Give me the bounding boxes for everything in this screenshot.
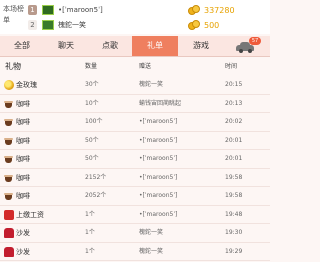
tab-chat[interactable]: 聊天 bbox=[44, 36, 88, 56]
sofa-icon bbox=[4, 246, 14, 257]
table-row: 咖啡 2152个 •[ˈmaroon5ˈ] 19:58 bbox=[0, 169, 270, 187]
gift-time: 19:29 bbox=[225, 247, 243, 255]
gift-name: 咖啡 bbox=[16, 192, 30, 200]
gift-time: 20:13 bbox=[225, 99, 243, 107]
leaderboard-label: 本场榜单 bbox=[3, 5, 24, 24]
rank-number: 2 bbox=[28, 20, 37, 30]
leaderboard: 本场榜单 1 •[ˈmaroon5ˈ] 337280 2 槐鉈一笑 500 bbox=[0, 0, 270, 34]
score: 500 bbox=[204, 21, 220, 30]
header-recipient: 赠送 bbox=[139, 63, 152, 70]
table-header: 礼物 数量 赠送 时间 bbox=[0, 58, 270, 76]
user-name[interactable]: •[ˈmaroon5ˈ] bbox=[58, 4, 103, 17]
leaderboard-entry[interactable]: 1 •[ˈmaroon5ˈ] 337280 bbox=[28, 4, 270, 17]
gift-name: 沙发 bbox=[16, 229, 30, 237]
gift-quantity: 1个 bbox=[85, 247, 95, 255]
rose-icon bbox=[4, 80, 14, 90]
gift-name: 咖啡 bbox=[16, 173, 30, 182]
coffee-icon bbox=[4, 191, 14, 201]
gift-recipient[interactable]: 蝓钱宙回蔺眺起 bbox=[139, 95, 181, 113]
gift-time: 19:30 bbox=[225, 229, 243, 236]
coffee-icon bbox=[4, 173, 14, 183]
gift-time: 20:01 bbox=[225, 155, 243, 162]
gift-quantity: 100个 bbox=[85, 118, 103, 125]
table-row: 咖啡 10个 蝓钱宙回蔺眺起 20:13 bbox=[0, 95, 270, 113]
user-name[interactable]: 槐鉈一笑 bbox=[58, 19, 86, 32]
gift-time: 20:01 bbox=[225, 136, 243, 144]
car-tab[interactable]: 57 bbox=[232, 37, 261, 54]
gift-name: 沙发 bbox=[16, 247, 30, 256]
gift-quantity: 50个 bbox=[85, 136, 99, 144]
gift-quantity: 2052个 bbox=[85, 192, 107, 199]
table-row: 沙发 1个 槐鉈一笑 19:29 bbox=[0, 243, 270, 261]
gift-recipient[interactable]: •[ˈmaroon5ˈ] bbox=[139, 169, 177, 187]
gift-name: 上缴工资 bbox=[16, 210, 44, 219]
gift-time: 19:58 bbox=[225, 173, 243, 181]
tab-gift-list[interactable]: 礼单 bbox=[132, 36, 178, 56]
salary-icon bbox=[4, 209, 14, 220]
rank-number: 1 bbox=[28, 5, 37, 15]
table-row: 咖啡 50个 •[ˈmaroon5ˈ] 20:01 bbox=[0, 150, 270, 169]
gift-name: 咖啡 bbox=[16, 118, 30, 126]
table-row: 咖啡 50个 •[ˈmaroon5ˈ] 20:01 bbox=[0, 132, 270, 150]
gift-recipient[interactable]: •[ˈmaroon5ˈ] bbox=[139, 187, 177, 205]
coin-icon bbox=[188, 20, 202, 30]
sofa-icon bbox=[4, 228, 14, 238]
gift-quantity: 30个 bbox=[85, 81, 99, 88]
coffee-icon bbox=[4, 136, 14, 146]
coffee-icon bbox=[4, 117, 14, 127]
leaderboard-entry[interactable]: 2 槐鉈一笑 500 bbox=[28, 19, 270, 32]
gift-recipient[interactable]: •[ˈmaroon5ˈ] bbox=[139, 113, 177, 131]
coffee-icon bbox=[4, 154, 14, 164]
gift-name: 金玫瑰 bbox=[16, 81, 37, 89]
level-badge-icon bbox=[42, 20, 54, 30]
gift-quantity: 1个 bbox=[85, 210, 95, 218]
gift-list-panel: 本场榜单 1 •[ˈmaroon5ˈ] 337280 2 槐鉈一笑 500 全部… bbox=[0, 0, 270, 262]
gift-quantity: 10个 bbox=[85, 99, 99, 107]
gift-table: 金玫瑰 30个 槐鉈一笑 20:15 咖啡 10个 蝓钱宙回蔺眺起 20:13 咖啡 100个 •[… bbox=[0, 76, 270, 261]
score: 337280 bbox=[204, 6, 235, 15]
table-row: 上缴工资 1个 •[ˈmaroon5ˈ] 19:48 bbox=[0, 206, 270, 224]
gift-recipient[interactable]: •[ˈmaroon5ˈ] bbox=[139, 150, 177, 168]
tab-bar: 全部 聊天 点歌 礼单 游戏 57 bbox=[0, 36, 270, 57]
table-row: 咖啡 2052个 •[ˈmaroon5ˈ] 19:58 bbox=[0, 187, 270, 206]
tab-song-request[interactable]: 点歌 bbox=[88, 36, 132, 56]
gift-quantity: 1个 bbox=[85, 229, 95, 236]
notification-badge: 57 bbox=[249, 37, 261, 45]
gift-quantity: 50个 bbox=[85, 155, 99, 162]
gift-recipient[interactable]: •[ˈmaroon5ˈ] bbox=[139, 132, 177, 150]
gift-name: 咖啡 bbox=[16, 99, 30, 108]
header-gift: 礼物 bbox=[5, 62, 21, 71]
gift-recipient[interactable]: 槐鉈一笑 bbox=[139, 224, 163, 242]
gift-time: 19:48 bbox=[225, 210, 243, 218]
gift-recipient[interactable]: 槐鉈一笑 bbox=[139, 76, 163, 94]
header-time: 时间 bbox=[225, 63, 238, 70]
table-row: 金玫瑰 30个 槐鉈一笑 20:15 bbox=[0, 76, 270, 95]
gift-recipient[interactable]: •[ˈmaroon5ˈ] bbox=[139, 206, 177, 224]
tab-all[interactable]: 全部 bbox=[0, 36, 44, 56]
gift-name: 咖啡 bbox=[16, 136, 30, 145]
gift-quantity: 2152个 bbox=[85, 173, 107, 181]
coffee-icon bbox=[4, 99, 14, 109]
header-quantity: 数量 bbox=[85, 63, 98, 70]
gift-name: 咖啡 bbox=[16, 155, 30, 163]
table-row: 沙发 1个 槐鉈一笑 19:30 bbox=[0, 224, 270, 243]
table-row: 咖啡 100个 •[ˈmaroon5ˈ] 20:02 bbox=[0, 113, 270, 132]
gift-time: 19:58 bbox=[225, 192, 243, 199]
coin-icon bbox=[188, 5, 202, 15]
tab-games[interactable]: 游戏 bbox=[178, 36, 224, 56]
gift-recipient[interactable]: 槐鉈一笑 bbox=[139, 243, 163, 261]
gift-time: 20:02 bbox=[225, 118, 243, 125]
gift-time: 20:15 bbox=[225, 81, 243, 88]
level-badge-icon bbox=[42, 5, 54, 15]
